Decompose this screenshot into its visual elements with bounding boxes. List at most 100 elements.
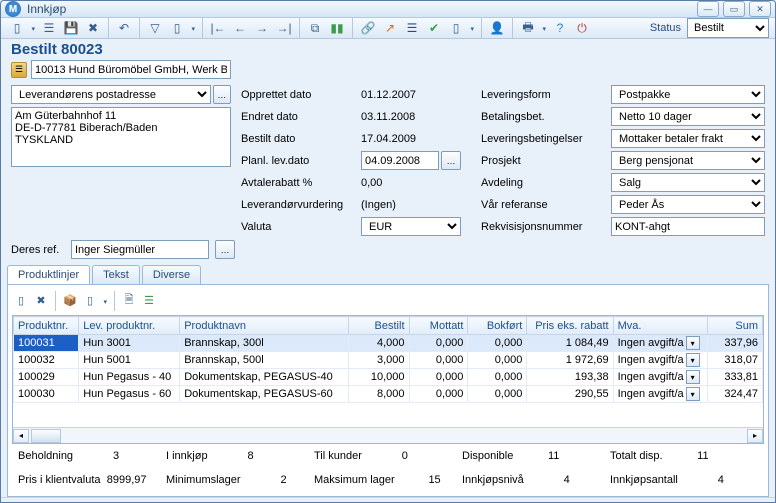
address-ellipsis-button[interactable]: … — [213, 85, 231, 104]
grid-hscrollbar[interactable]: ◂ ▸ — [13, 427, 763, 443]
minimize-button[interactable]: — — [697, 1, 719, 17]
cell-mottatt[interactable]: 0,000 — [409, 369, 468, 386]
mva-dropdown-icon[interactable]: ▾ — [686, 353, 700, 367]
line-new-icon[interactable]: ▯ — [12, 291, 30, 309]
approved-icon[interactable]: ✔ — [424, 18, 444, 38]
col-mottatt[interactable]: Mottatt — [409, 317, 468, 335]
cell-sum[interactable]: 337,96 — [708, 335, 763, 352]
line-search-icon[interactable]: ▯▾ — [81, 291, 99, 309]
scroll-left-icon[interactable]: ◂ — [13, 429, 29, 443]
valuta-select[interactable]: EUR — [361, 217, 461, 236]
scroll-right-icon[interactable]: ▸ — [747, 429, 763, 443]
table-row[interactable]: 100029Hun Pegasus - 40Dokumentskap, PEGA… — [14, 369, 763, 386]
planl-levdato-input[interactable] — [361, 151, 439, 170]
rekvisisjonsnummer-input[interactable] — [611, 217, 765, 236]
link-icon[interactable]: 🔗 — [358, 18, 378, 38]
cell-produktnr[interactable]: 100032 — [14, 352, 79, 369]
address-type-select[interactable]: Leverandørens postadresse — [11, 85, 211, 104]
cell-bokfort[interactable]: 0,000 — [468, 352, 527, 369]
col-mva[interactable]: Mva. — [613, 317, 708, 335]
cell-mva[interactable]: Ingen avgift/a▾ — [613, 386, 708, 403]
mva-dropdown-icon[interactable]: ▾ — [686, 336, 700, 350]
delete-icon[interactable]: ✖ — [83, 18, 103, 38]
print-icon[interactable]: 🖶▾ — [518, 18, 538, 38]
table-row[interactable]: 100030Hun Pegasus - 60Dokumentskap, PEGA… — [14, 386, 763, 403]
col-produktnavn[interactable]: Produktnavn — [180, 317, 348, 335]
cell-mva[interactable]: Ingen avgift/a▾ — [613, 335, 708, 352]
cell-pris[interactable]: 1 084,49 — [527, 335, 613, 352]
col-bestilt[interactable]: Bestilt — [348, 317, 409, 335]
cell-bestilt[interactable]: 10,000 — [348, 369, 409, 386]
table-row[interactable]: 100032Hun 5001Brannskap, 500l3,0000,0000… — [14, 352, 763, 369]
next-record-icon[interactable]: → — [252, 18, 272, 38]
cell-levproduktnr[interactable]: Hun 5001 — [79, 352, 180, 369]
cell-bokfort[interactable]: 0,000 — [468, 335, 527, 352]
cell-bestilt[interactable]: 8,000 — [348, 386, 409, 403]
leveringsform-select[interactable]: Postpakke — [611, 85, 765, 104]
line-delete-icon[interactable]: ✖ — [32, 291, 50, 309]
cell-mva[interactable]: Ingen avgift/a▾ — [613, 369, 708, 386]
save-icon[interactable]: 💾 — [61, 18, 81, 38]
leveringsbetingelser-select[interactable]: Mottaker betaler frakt — [611, 129, 765, 148]
transfer-icon[interactable]: ↗ — [380, 18, 400, 38]
copy-doc-icon[interactable]: ⧉ — [305, 18, 325, 38]
cell-levproduktnr[interactable]: Hun 3001 — [79, 335, 180, 352]
cell-sum[interactable]: 333,81 — [708, 369, 763, 386]
open-list-icon[interactable]: ☰ — [39, 18, 59, 38]
planl-levdato-picker-button[interactable]: … — [441, 151, 461, 170]
deres-ref-input[interactable] — [71, 240, 209, 259]
col-bokfort[interactable]: Bokført — [468, 317, 527, 335]
filter-icon[interactable]: ▽ — [145, 18, 165, 38]
var-referanse-select[interactable]: Peder Ås — [611, 195, 765, 214]
betalingsbet-select[interactable]: Netto 10 dager — [611, 107, 765, 126]
cell-bokfort[interactable]: 0,000 — [468, 386, 527, 403]
cell-levproduktnr[interactable]: Hun Pegasus - 40 — [79, 369, 180, 386]
register-icon[interactable]: ☰ — [402, 18, 422, 38]
cell-mottatt[interactable]: 0,000 — [409, 352, 468, 369]
line-list-icon[interactable]: ☰ — [140, 291, 158, 309]
help-icon[interactable]: ? — [550, 18, 570, 38]
cell-sum[interactable]: 324,47 — [708, 386, 763, 403]
avdeling-select[interactable]: Salg — [611, 173, 765, 192]
status-select[interactable]: Bestilt — [687, 18, 769, 38]
close-form-icon[interactable]: ⏻ — [572, 18, 592, 38]
cell-produktnavn[interactable]: Brannskap, 500l — [180, 352, 348, 369]
cell-pris[interactable]: 193,38 — [527, 369, 613, 386]
cell-produktnavn[interactable]: Dokumentskap, PEGASUS-40 — [180, 369, 348, 386]
deres-ref-ellipsis-button[interactable]: … — [215, 240, 235, 259]
cell-produktnavn[interactable]: Brannskap, 300l — [180, 335, 348, 352]
document-icon[interactable]: ▯▾ — [446, 18, 466, 38]
new-icon[interactable]: ▯▾ — [7, 18, 27, 38]
prev-record-icon[interactable]: ← — [230, 18, 250, 38]
cell-mva[interactable]: Ingen avgift/a▾ — [613, 352, 708, 369]
user-icon[interactable]: 👤 — [487, 18, 507, 38]
cell-produktnr[interactable]: 100031 — [14, 335, 79, 352]
col-pris[interactable]: Pris eks. rabatt — [527, 317, 613, 335]
tab-diverse[interactable]: Diverse — [142, 265, 201, 284]
cell-pris[interactable]: 290,55 — [527, 386, 613, 403]
mva-dropdown-icon[interactable]: ▾ — [686, 370, 700, 384]
cell-bestilt[interactable]: 4,000 — [348, 335, 409, 352]
cell-mottatt[interactable]: 0,000 — [409, 335, 468, 352]
col-levproduktnr[interactable]: Lev. produktnr. — [79, 317, 180, 335]
cell-bestilt[interactable]: 3,000 — [348, 352, 409, 369]
col-sum[interactable]: Sum — [708, 317, 763, 335]
tab-tekst[interactable]: Tekst — [92, 265, 140, 284]
mva-dropdown-icon[interactable]: ▾ — [686, 387, 700, 401]
undo-icon[interactable]: ↶ — [114, 18, 134, 38]
tab-produktlinjer[interactable]: Produktlinjer — [7, 265, 90, 284]
prosjekt-select[interactable]: Berg pensjonat — [611, 151, 765, 170]
last-record-icon[interactable]: →| — [274, 18, 294, 38]
vendor-card-icon[interactable]: ☰ — [11, 62, 27, 78]
vendor-input[interactable] — [31, 60, 231, 79]
line-product-icon[interactable]: 📦 — [61, 291, 79, 309]
address-textarea[interactable]: Am Güterbahnhof 11 DE-D-77781 Biberach/B… — [11, 107, 231, 167]
line-copy-icon[interactable]: 🗎 — [120, 291, 138, 309]
scroll-thumb[interactable] — [31, 429, 61, 443]
cell-sum[interactable]: 318,07 — [708, 352, 763, 369]
first-record-icon[interactable]: |← — [208, 18, 228, 38]
cell-produktnr[interactable]: 100030 — [14, 386, 79, 403]
table-row[interactable]: 100031Hun 3001Brannskap, 300l4,0000,0000… — [14, 335, 763, 352]
cell-produktnr[interactable]: 100029 — [14, 369, 79, 386]
cell-mottatt[interactable]: 0,000 — [409, 386, 468, 403]
